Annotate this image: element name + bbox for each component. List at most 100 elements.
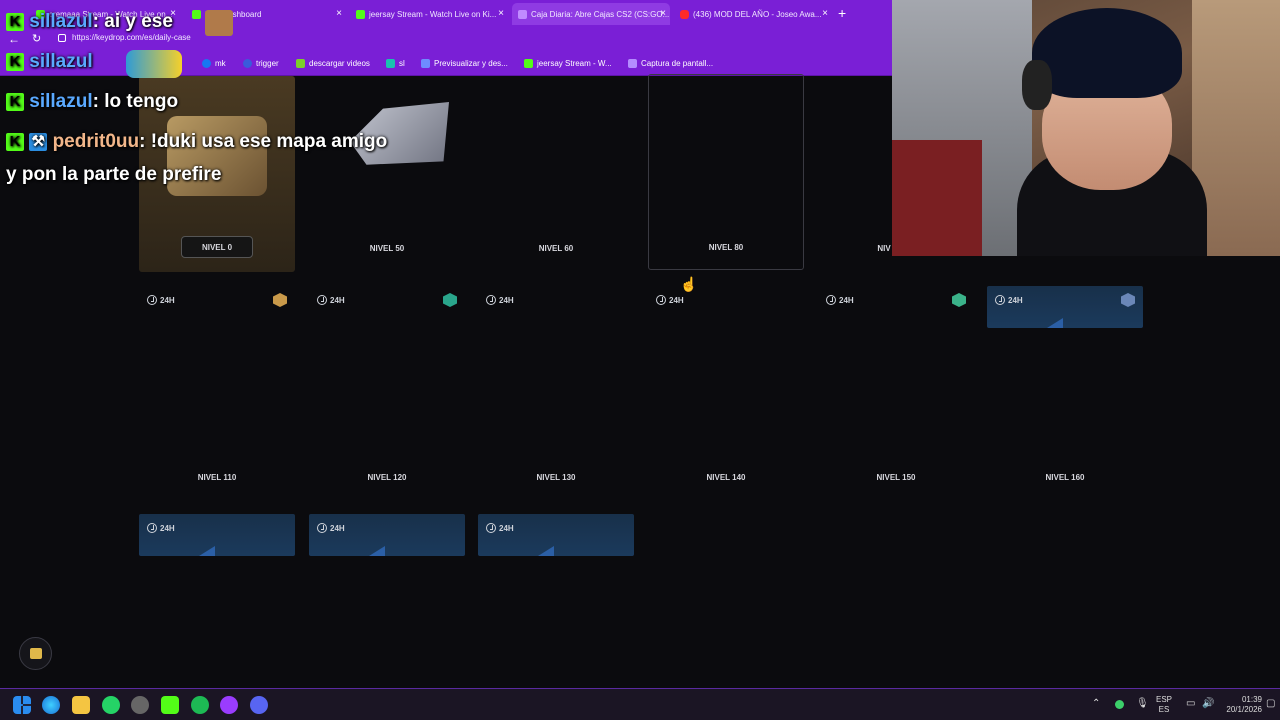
headphones-left — [1022, 60, 1052, 110]
url-input[interactable]: https://keydrop.com/es/daily-case — [72, 33, 191, 42]
bookmark-label: Previsualizar y des... — [434, 59, 508, 68]
kick-badge-icon: K — [6, 92, 24, 111]
webcam-feed — [892, 0, 1280, 256]
back-arrow-icon[interactable]: ← — [8, 32, 20, 46]
spotify-icon[interactable] — [191, 696, 209, 714]
close-icon[interactable]: × — [660, 8, 666, 19]
clock-icon — [826, 295, 836, 305]
kick-icon[interactable] — [161, 696, 179, 714]
chat-username: sillazul — [29, 11, 93, 32]
preview-icon — [421, 59, 430, 68]
clock-icon — [317, 295, 327, 305]
decoration — [199, 546, 215, 556]
case-card-nivel-80[interactable]: NIVEL 80 — [648, 74, 804, 270]
network-icon[interactable]: ▭ — [1186, 698, 1195, 709]
microphone-icon[interactable]: 🎙 — [1136, 698, 1149, 709]
chat-username: sillazul — [29, 91, 93, 112]
keydrop-icon — [518, 9, 527, 19]
tab-caja-diaria[interactable]: Caja Diaria: Abre Cajas CS2 (CS:GO... × — [512, 3, 670, 25]
timer-label: 24H — [499, 523, 514, 533]
site-info-icon[interactable] — [58, 34, 66, 42]
case-card-nivel-60[interactable]: NIVEL 60 — [478, 76, 634, 272]
chevron-up-icon[interactable]: ⌃ — [1092, 698, 1100, 709]
case-card-nivel-150[interactable]: NIVEL 150 — [818, 305, 974, 501]
level-label: NIVEL 160 — [1045, 473, 1085, 482]
download-icon — [296, 59, 305, 68]
timer-label: 24H — [839, 295, 854, 305]
decoration — [538, 546, 554, 556]
clock-icon — [995, 295, 1005, 305]
bookmark-label: descargar videos — [309, 59, 370, 68]
language-code: ESP — [1156, 695, 1173, 704]
clock-icon — [656, 295, 666, 305]
chat-username: pedrit0uu — [52, 131, 140, 152]
bookmark-trigger[interactable]: trigger — [243, 59, 279, 68]
kick-icon — [192, 9, 201, 19]
chat-message-continuation: y pon la parte de prefire — [6, 164, 221, 186]
volume-icon[interactable]: 🔊 — [1202, 698, 1214, 709]
decoration — [369, 546, 385, 556]
tab-jeersay-stream[interactable]: jeersay Stream - Watch Live on Ki... × — [350, 3, 508, 25]
file-explorer-icon[interactable] — [72, 696, 90, 714]
moderator-badge-icon: ⚒ — [29, 132, 48, 151]
bookmark-label: trigger — [256, 59, 279, 68]
language-indicator[interactable]: ESP ES — [1156, 695, 1172, 715]
bookmark-previsualizar[interactable]: Previsualizar y des... — [421, 59, 508, 68]
bookmark-captura[interactable]: Captura de pantall... — [628, 59, 713, 68]
keyboard-layout: ES — [1158, 705, 1170, 714]
bookmark-sl[interactable]: sl — [386, 59, 405, 68]
clock-time: 01:39 — [1241, 695, 1262, 704]
timer-nivel-110: 24H — [139, 514, 295, 556]
chat-message: K sillazul — [6, 51, 93, 73]
level-label: NIVEL 120 — [367, 473, 407, 482]
timer-label: 24H — [499, 295, 514, 305]
edge-browser-icon[interactable] — [42, 696, 60, 714]
tab-youtube-mod[interactable]: (436) MOD DEL AÑO - Joseo Awa... × — [674, 3, 832, 25]
scissors-icon — [628, 59, 637, 68]
tab-label: Caja Diaria: Abre Cajas CS2 (CS:GO... — [531, 9, 670, 19]
close-icon[interactable]: × — [822, 8, 828, 19]
kick-icon — [524, 59, 533, 68]
whatsapp-icon[interactable] — [102, 696, 120, 714]
level-label: NIVEL 60 — [538, 244, 574, 253]
notification-icon[interactable]: ▢ — [1266, 698, 1275, 709]
bookmark-jeersay[interactable]: jeersay Stream - W... — [524, 59, 612, 68]
bookmark-descargar-videos[interactable]: descargar videos — [296, 59, 370, 68]
chat-text: y pon la parte de prefire — [6, 164, 222, 185]
settings-icon[interactable] — [131, 696, 149, 714]
bookmark-label: jeersay Stream - W... — [537, 59, 612, 68]
case-card-nivel-50[interactable]: NIVEL 50 — [309, 76, 465, 272]
case-card-nivel-130[interactable]: NIVEL 130 — [478, 305, 634, 501]
chat-text: : !duki usa ese mapa amigo — [139, 131, 388, 152]
close-icon[interactable]: × — [336, 8, 342, 19]
case-card-partial[interactable]: NIV — [818, 76, 892, 272]
windows-start-icon[interactable] — [13, 696, 31, 714]
clock-area[interactable]: 01:39 20/1/2026 — [1220, 695, 1262, 715]
bookmark-mk[interactable]: mk — [202, 59, 226, 68]
windows-taskbar: ⌃ 🎙 ESP ES ▭ 🔊 01:39 20/1/2026 ▢ — [0, 688, 1280, 720]
timer-nivel-120: 24H — [309, 514, 465, 556]
bookmark-label: Captura de pantall... — [641, 59, 714, 68]
discord-icon[interactable] — [250, 696, 268, 714]
mouse-cursor-icon: ☝ — [680, 276, 698, 292]
level-label: NIVEL 0 — [181, 236, 253, 258]
reload-icon[interactable]: ↻ — [32, 32, 41, 45]
app-icon[interactable] — [220, 696, 238, 714]
new-tab-button[interactable]: + — [838, 5, 846, 21]
facebook-icon — [202, 59, 211, 68]
clock-icon — [486, 295, 496, 305]
close-icon[interactable]: × — [498, 8, 504, 19]
kick-icon — [356, 9, 365, 19]
chat-button[interactable] — [19, 637, 52, 670]
case-card-nivel-110[interactable]: NIVEL 110 — [139, 305, 295, 501]
kick-badge-icon: K — [6, 52, 24, 71]
case-card-nivel-140[interactable]: NIVEL 140 — [648, 305, 804, 501]
case-card-nivel-120[interactable]: NIVEL 120 — [309, 305, 465, 501]
timer-nivel-130: 24H — [478, 514, 634, 556]
bookmark-label: mk — [215, 59, 226, 68]
case-card-nivel-160[interactable]: NIVEL 160 — [987, 305, 1143, 501]
chair-red — [892, 140, 982, 256]
emote-image — [205, 10, 233, 36]
chat-message: K sillazul: ai y ese — [6, 11, 173, 33]
level-label: NIV — [877, 244, 891, 253]
